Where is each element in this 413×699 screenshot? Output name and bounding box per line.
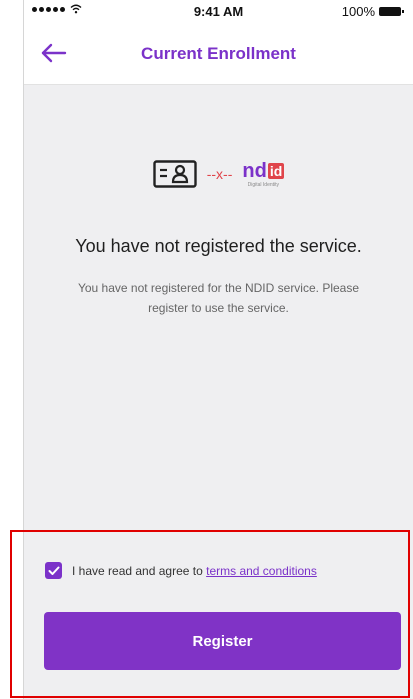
battery-indicator: 100% [341, 4, 404, 19]
terms-link[interactable]: terms and conditions [206, 564, 317, 578]
ndid-logo-tagline: Digital Identity [247, 181, 280, 188]
battery-icon [379, 7, 404, 16]
status-headline: You have not registered the service. [75, 236, 362, 256]
status-description: You have not registered for the NDID ser… [77, 281, 360, 315]
register-button[interactable]: Register [44, 612, 401, 670]
nav-bar: Current Enrollment [24, 22, 413, 85]
terms-prefix: I have read and agree to [72, 563, 207, 578]
terms-text: I have read and agree to terms and condi… [72, 564, 317, 578]
ndid-logo: nd id Digital Identity [242, 159, 285, 188]
ndid-logo-id: id [267, 162, 285, 179]
checkmark-icon [48, 566, 59, 575]
disconnected-indicator: --x-- [206, 166, 233, 182]
phone-screen: 9:41 AM 100% Current Enrollment --x-- nd [23, 0, 413, 699]
status-bar: 9:41 AM 100% [24, 0, 413, 22]
ndid-logo-nd: nd [242, 159, 267, 182]
battery-percent: 100% [341, 4, 375, 19]
id-card-icon [153, 160, 197, 188]
connection-illustration: --x-- nd id Digital Identity [24, 160, 413, 188]
terms-agreement: I have read and agree to terms and condi… [45, 562, 413, 579]
page-title: Current Enrollment [141, 44, 296, 63]
terms-checkbox[interactable] [45, 562, 62, 579]
